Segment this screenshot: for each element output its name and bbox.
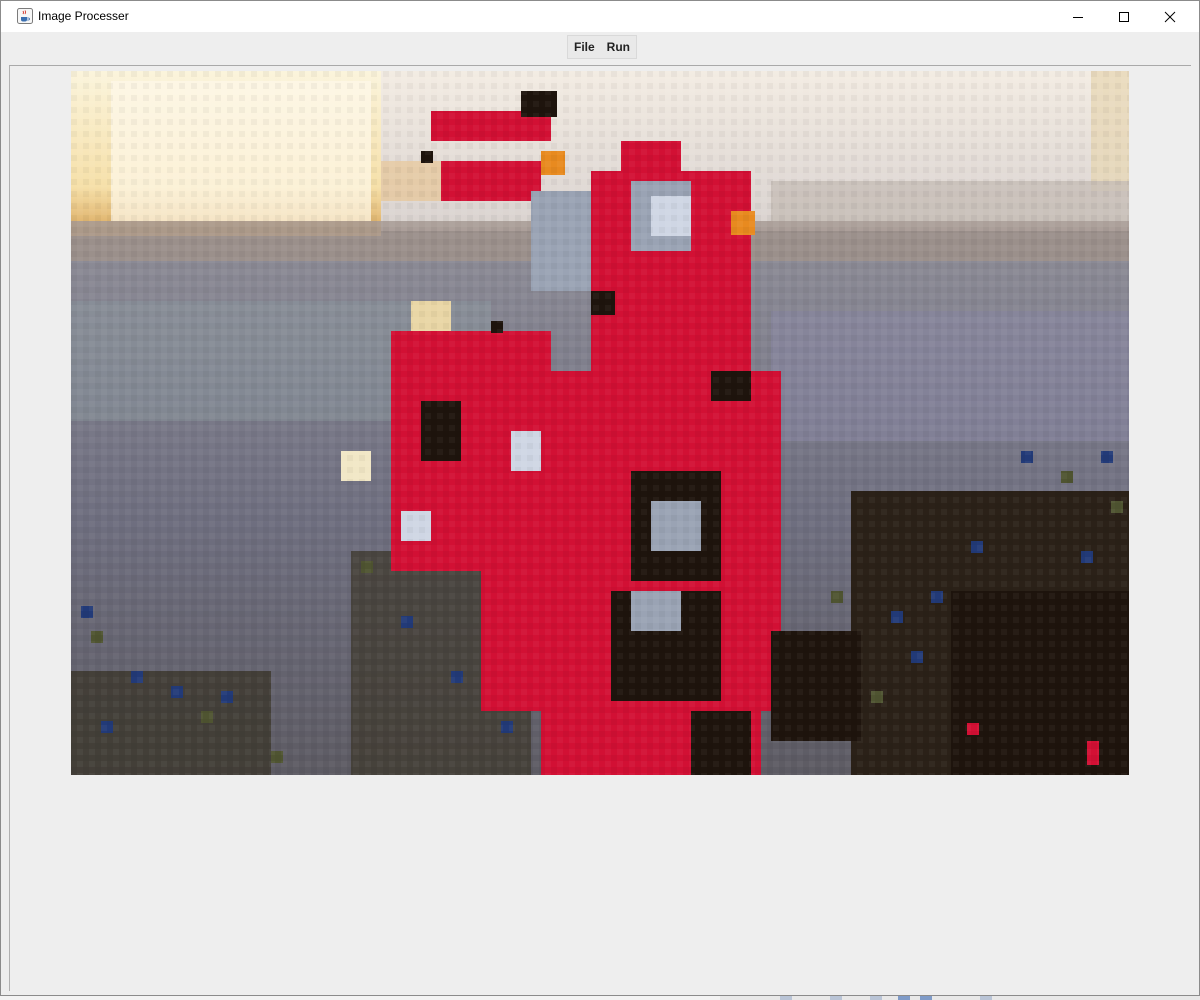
maximize-button[interactable] — [1101, 1, 1147, 32]
maximize-icon — [1119, 11, 1129, 22]
menu-run[interactable]: Run — [601, 36, 636, 58]
menu-group: File Run — [567, 35, 637, 59]
minimize-icon — [1073, 16, 1083, 18]
menu-bar: File Run — [1, 32, 1199, 63]
app-window: Image Processer File Run — [0, 0, 1200, 996]
close-button[interactable] — [1147, 1, 1193, 32]
java-cup-icon — [17, 8, 33, 24]
minimize-button[interactable] — [1055, 1, 1101, 32]
processed-image — [71, 71, 1129, 775]
pixelated-motorcycle-image — [71, 71, 1129, 775]
window-title: Image Processer — [38, 9, 129, 23]
menu-file[interactable]: File — [568, 36, 601, 58]
close-icon — [1164, 11, 1176, 22]
content-panel — [9, 65, 1191, 991]
title-bar[interactable]: Image Processer — [1, 1, 1199, 32]
